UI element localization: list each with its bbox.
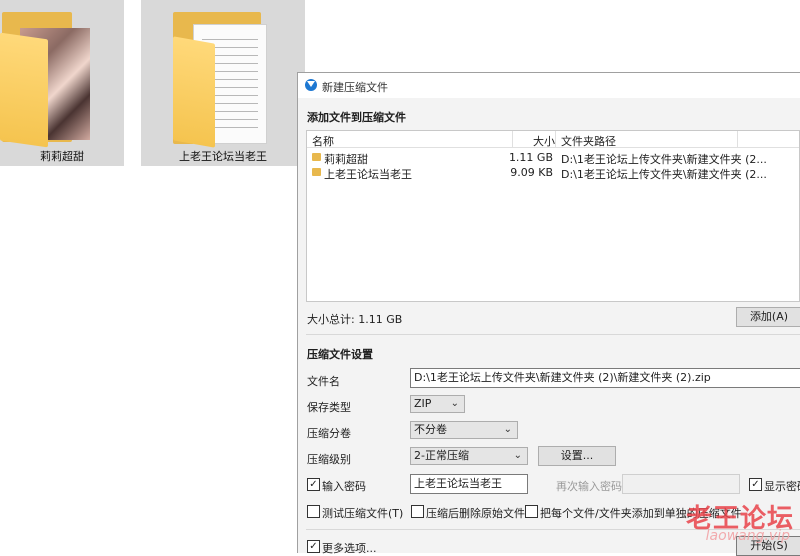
reenter-password-label: 再次输入密码 xyxy=(556,480,622,493)
checkbox-unchecked-icon xyxy=(307,505,320,518)
file-row[interactable]: 莉莉超甜 1.11 GB D:\1老王论坛上传文件夹\新建文件夹 (2... xyxy=(307,150,799,166)
desktop-folder-lili[interactable]: 莉莉超甜 xyxy=(0,0,124,166)
more-options-label: 更多选项... xyxy=(322,542,377,555)
filename-input[interactable]: D:\1老王论坛上传文件夹\新建文件夹 (2)\新建文件夹 (2).zip xyxy=(410,368,800,388)
folder-icon xyxy=(312,168,321,176)
column-divider[interactable] xyxy=(512,131,513,147)
folder-icon xyxy=(312,153,321,161)
settings-button[interactable]: 设置... xyxy=(538,446,616,466)
folder-front-panel xyxy=(0,32,48,148)
level-select[interactable]: 2-正常压缩 ⌄ xyxy=(410,447,528,465)
checkbox-unchecked-icon xyxy=(525,505,538,518)
folder-label: 莉莉超甜 xyxy=(40,150,84,163)
column-header-name[interactable]: 名称 xyxy=(312,133,334,149)
column-header-path[interactable]: 文件夹路径 xyxy=(561,133,616,149)
column-divider[interactable] xyxy=(555,131,556,147)
checkbox-checked-icon: ✓ xyxy=(307,540,320,553)
reenter-password-input xyxy=(622,474,740,494)
add-button[interactable]: 添加(A) xyxy=(736,307,800,327)
show-password-label: 显示密码 xyxy=(764,480,800,493)
file-size: 9.09 KB xyxy=(510,166,553,179)
split-value: 不分卷 xyxy=(414,423,447,436)
file-name: 上老王论坛当老王 xyxy=(324,168,412,181)
column-header-size[interactable]: 大小 xyxy=(533,133,555,149)
split-select[interactable]: 不分卷 ⌄ xyxy=(410,421,518,439)
new-archive-dialog: 新建压缩文件 添加文件到压缩文件 名称 大小 文件夹路径 莉莉超甜 1.11 G… xyxy=(297,72,800,556)
list-header: 名称 大小 文件夹路径 xyxy=(307,131,799,148)
checkbox-checked-icon: ✓ xyxy=(307,478,320,491)
settings-section-title: 压缩文件设置 xyxy=(307,348,373,361)
dialog-title: 新建压缩文件 xyxy=(322,81,388,94)
folder-label: 上老王论坛当老王 xyxy=(179,150,267,163)
file-path: D:\1老王论坛上传文件夹\新建文件夹 (2... xyxy=(561,168,767,181)
file-row[interactable]: 上老王论坛当老王 9.09 KB D:\1老王论坛上传文件夹\新建文件夹 (2.… xyxy=(307,165,799,181)
split-label: 压缩分卷 xyxy=(307,427,351,440)
password-checkbox-label: 输入密码 xyxy=(322,480,366,493)
checkbox-checked-icon: ✓ xyxy=(749,478,762,491)
level-value: 2-正常压缩 xyxy=(414,449,469,462)
watermark-url: laowang.vip xyxy=(705,528,790,544)
add-files-section-title: 添加文件到压缩文件 xyxy=(307,111,406,124)
delete-after-label: 压缩后删除原始文件 xyxy=(426,507,525,520)
file-size: 1.11 GB xyxy=(508,151,553,164)
total-size-text: 大小总计: 1.11 GB xyxy=(307,313,403,326)
divider xyxy=(306,334,800,335)
level-label: 压缩级别 xyxy=(307,453,351,466)
chevron-down-icon: ⌄ xyxy=(503,424,512,435)
title-bar[interactable]: 新建压缩文件 xyxy=(298,73,800,98)
folder-front-panel xyxy=(173,36,215,148)
desktop-folder-laowang[interactable]: 上老王论坛当老王 xyxy=(141,0,305,166)
save-type-label: 保存类型 xyxy=(307,401,351,414)
save-type-select[interactable]: ZIP ⌄ xyxy=(410,395,465,413)
test-archive-label: 测试压缩文件(T) xyxy=(322,507,404,520)
chevron-down-icon: ⌄ xyxy=(513,450,522,461)
password-input[interactable]: 上老王论坛当老王 xyxy=(410,474,528,494)
checkbox-unchecked-icon xyxy=(411,505,424,518)
save-type-value: ZIP xyxy=(414,397,432,410)
bandizip-app-icon xyxy=(305,79,317,91)
filename-label: 文件名 xyxy=(307,375,340,388)
chevron-down-icon: ⌄ xyxy=(450,398,459,409)
file-list[interactable]: 名称 大小 文件夹路径 莉莉超甜 1.11 GB D:\1老王论坛上传文件夹\新… xyxy=(306,130,800,302)
column-divider[interactable] xyxy=(737,131,738,147)
